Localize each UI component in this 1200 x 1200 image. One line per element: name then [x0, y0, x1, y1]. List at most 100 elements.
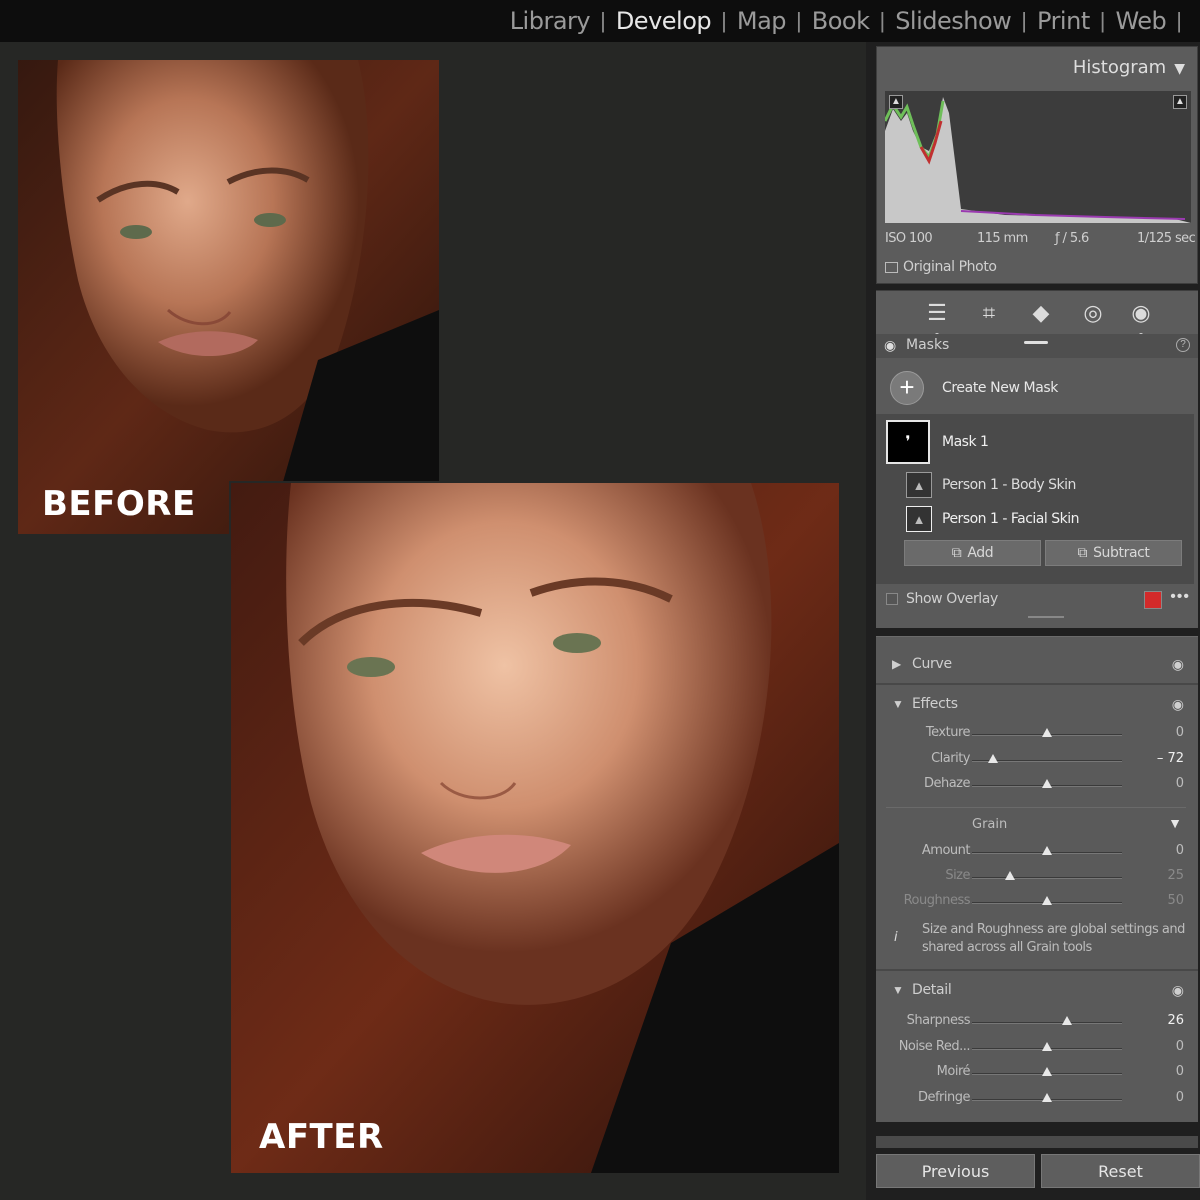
slider-value[interactable]: 0	[1176, 1064, 1184, 1079]
effects-section-header[interactable]: ▼ Effects ◉	[876, 689, 1198, 719]
overlay-color-swatch[interactable]	[1144, 591, 1162, 609]
slider-value[interactable]: 26	[1167, 1013, 1184, 1028]
module-library[interactable]: Library	[500, 7, 600, 35]
mask-thumbnail: ❜	[886, 420, 930, 464]
slider-knob[interactable]	[988, 754, 998, 763]
lightroom-develop-window: Library | Develop | Map | Book | Slidesh…	[0, 0, 1200, 1200]
mask-component-facial-skin[interactable]: ▲ Person 1 - Facial Skin	[876, 506, 1194, 532]
dehaze-slider[interactable]: Dehaze 0	[876, 774, 1198, 796]
panel-resize-grip[interactable]	[1028, 616, 1064, 618]
slider-knob[interactable]	[1061, 1016, 1072, 1025]
slider-knob[interactable]	[1004, 871, 1015, 880]
previous-button[interactable]: Previous	[876, 1154, 1035, 1188]
healing-tool[interactable]: ◆	[1026, 299, 1056, 327]
detail-section-header[interactable]: ▼ Detail ◉	[876, 975, 1198, 1005]
tool-strip: ☰ ⌗ ◆ ◎ ◉	[876, 290, 1198, 337]
defringe-slider[interactable]: Defringe 0	[876, 1088, 1198, 1110]
module-map[interactable]: Map	[727, 7, 796, 35]
eye-icon[interactable]: ◉	[884, 337, 896, 354]
mask-item-mask1[interactable]: ❜ Mask 1	[876, 420, 1194, 464]
slider-value[interactable]: 0	[1176, 725, 1184, 740]
create-new-mask-button[interactable]: + Create New Mask	[876, 364, 1198, 412]
exif-iso: ISO 100	[885, 231, 933, 246]
slider-value[interactable]: 0	[1176, 843, 1184, 858]
slider-label: Dehaze	[923, 776, 971, 791]
slider-track[interactable]	[972, 1022, 1122, 1024]
component-name: Person 1 - Body Skin	[942, 477, 1076, 493]
moire-slider[interactable]: Moiré 0	[876, 1062, 1198, 1084]
grain-roughness-slider[interactable]: Roughness 50	[876, 891, 1198, 913]
histogram-curve	[885, 97, 1191, 223]
histogram-panel: Histogram ▼ ▲ ▲ ISO 100 115 mm ƒ / 5.6 1/…	[876, 46, 1198, 284]
original-photo-toggle[interactable]: Original Photo	[885, 259, 997, 275]
drag-handle[interactable]	[1024, 341, 1048, 344]
module-book[interactable]: Book	[802, 7, 880, 35]
slider-track[interactable]	[972, 877, 1122, 879]
slider-knob[interactable]	[1042, 846, 1052, 855]
slider-value[interactable]: 0	[1176, 776, 1184, 791]
edit-sliders-tool[interactable]: ☰	[922, 299, 952, 337]
slider-knob[interactable]	[1042, 1093, 1052, 1102]
slider-label: Texture	[925, 725, 971, 740]
eye-icon[interactable]: ◉	[1172, 982, 1184, 999]
mask-component-body-skin[interactable]: ▲ Person 1 - Body Skin	[876, 472, 1194, 498]
original-photo-checkbox[interactable]	[885, 261, 898, 273]
slider-label: Roughness	[903, 893, 971, 908]
subtract-button[interactable]: ⧉ Subtract	[1045, 540, 1182, 566]
curve-section-header[interactable]: ▶ Curve ◉	[876, 649, 1198, 679]
collapse-triangle-icon: ▼	[892, 697, 904, 711]
grain-subsection-header[interactable]: Grain ▼	[876, 815, 1198, 837]
section-divider	[876, 683, 1198, 685]
module-web[interactable]: Web	[1105, 7, 1176, 35]
plus-icon: +	[890, 371, 924, 405]
texture-slider[interactable]: Texture 0	[876, 723, 1198, 745]
more-options-icon[interactable]: •••	[1170, 588, 1190, 606]
eye-icon[interactable]: ◉	[1172, 656, 1184, 673]
slider-knob[interactable]	[1042, 728, 1052, 737]
sharpness-slider[interactable]: Sharpness 26	[876, 1011, 1198, 1033]
module-separator: |	[1176, 8, 1182, 33]
masking-tool[interactable]: ◉	[1126, 299, 1156, 337]
highlight-clipping-icon[interactable]: ▲	[1173, 95, 1187, 109]
slider-label: Amount	[921, 843, 971, 858]
detail-title: Detail	[912, 982, 952, 998]
slider-value[interactable]: 0	[1176, 1039, 1184, 1054]
slider-label: Moiré	[936, 1064, 971, 1079]
develop-right-panel: Histogram ▼ ▲ ▲ ISO 100 115 mm ƒ / 5.6 1/…	[866, 42, 1200, 1200]
eye-icon[interactable]: ◉	[1172, 696, 1184, 713]
after-portrait-image	[231, 483, 839, 1173]
help-icon[interactable]: ?	[1176, 338, 1190, 352]
effects-title: Effects	[912, 696, 958, 712]
redeye-icon: ◎	[1083, 300, 1103, 325]
add-mask-icon: ⧉	[951, 545, 962, 561]
reset-button[interactable]: Reset	[1041, 1154, 1200, 1188]
subtract-label: Subtract	[1093, 545, 1150, 561]
exif-aperture: ƒ / 5.6	[1055, 231, 1089, 246]
slider-value[interactable]: 50	[1167, 893, 1184, 908]
slider-knob[interactable]	[1042, 1042, 1052, 1051]
module-develop[interactable]: Develop	[606, 7, 721, 35]
redeye-tool[interactable]: ◎	[1078, 299, 1108, 327]
show-overlay-checkbox[interactable]	[886, 593, 898, 605]
slider-value[interactable]: – 72	[1157, 751, 1184, 766]
original-photo-label: Original Photo	[903, 259, 997, 275]
slider-value[interactable]: 0	[1176, 1090, 1184, 1105]
exif-shutter: 1/125 sec	[1137, 231, 1196, 246]
histogram-graph[interactable]: ▲ ▲	[885, 91, 1191, 223]
module-slideshow[interactable]: Slideshow	[885, 7, 1021, 35]
grain-size-slider[interactable]: Size 25	[876, 866, 1198, 888]
crop-tool[interactable]: ⌗	[974, 299, 1004, 327]
slider-value[interactable]: 25	[1167, 868, 1184, 883]
noise-reduction-slider[interactable]: Noise Red... 0	[876, 1037, 1198, 1059]
eraser-icon: ◆	[1032, 300, 1050, 325]
shadow-clipping-icon[interactable]: ▲	[889, 95, 903, 109]
grain-amount-slider[interactable]: Amount 0	[876, 841, 1198, 863]
add-button[interactable]: ⧉ Add	[904, 540, 1041, 566]
slider-knob[interactable]	[1042, 1067, 1052, 1076]
slider-knob[interactable]	[1042, 779, 1052, 788]
slider-knob[interactable]	[1042, 896, 1052, 905]
slider-label: Size	[945, 868, 970, 883]
module-print[interactable]: Print	[1027, 7, 1100, 35]
clarity-slider[interactable]: Clarity – 72	[876, 749, 1198, 771]
histogram-header[interactable]: Histogram ▼	[1073, 57, 1185, 78]
